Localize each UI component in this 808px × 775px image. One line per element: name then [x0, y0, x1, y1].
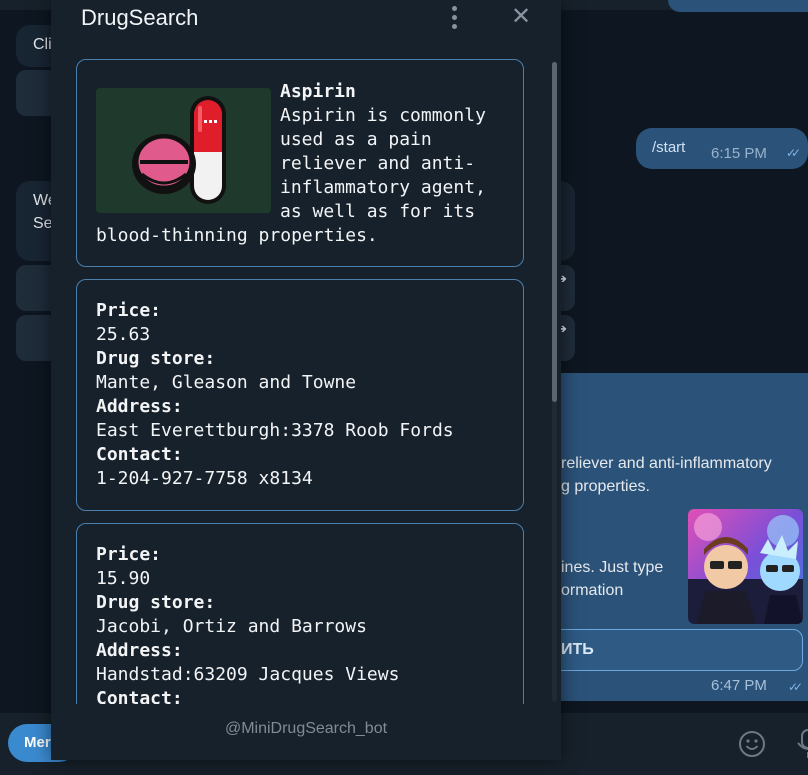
contact-label: Contact:: [96, 444, 183, 465]
address-value: East Everettburgh:3378 Roob Fords: [96, 420, 454, 441]
price-label: Price:: [96, 300, 162, 321]
bot-message-text: g properties.: [561, 478, 650, 495]
bot-message-image[interactable]: [688, 509, 803, 624]
drug-store-label: Drug store:: [96, 348, 216, 369]
pill-icon: [96, 88, 271, 213]
emoji-icon[interactable]: [738, 730, 766, 758]
drug-store-value: Mante, Gleason and Towne: [96, 372, 357, 393]
price-value: 15.90: [96, 568, 151, 589]
message-time: 6:15 PM: [711, 145, 767, 162]
price-label: Price:: [96, 544, 162, 565]
close-icon[interactable]: ✕: [511, 5, 531, 29]
bot-message-text: reliever and anti-inflammatory: [561, 455, 772, 472]
message-time: 6:47 PM: [711, 677, 767, 694]
bot-message-text: ormation: [561, 582, 624, 599]
bot-menu-button-label: Mer: [24, 734, 51, 751]
price-value: 25.63: [96, 324, 151, 345]
read-checks-icon: ✓✓: [788, 680, 803, 694]
outgoing-message-start: /start 6:15 PM ✓✓: [636, 128, 808, 169]
scrollbar-thumb[interactable]: [552, 62, 557, 402]
bot-inline-button[interactable]: ИТЬ: [520, 629, 803, 671]
contact-value: 1-204-927-7758 x8134: [96, 468, 313, 489]
incoming-message-text: Cli: [33, 36, 52, 53]
outgoing-message-text: /start: [652, 139, 686, 156]
address-label: Address:: [96, 396, 183, 417]
read-checks-icon: ✓✓: [786, 146, 801, 160]
previous-message-bubble: [668, 0, 808, 12]
drug-store-label: Drug store:: [96, 592, 216, 613]
pharmacy-offer-card: Price: 25.63 Drug store: Mante, Gleason …: [76, 279, 524, 511]
address-value: Handstad:63209 Jacques Views: [96, 664, 400, 685]
address-label: Address:: [96, 640, 183, 661]
bot-inline-button-label: ИТЬ: [561, 641, 594, 658]
mini-app-panel: DrugSearch ✕ Aspirin Aspirin is commonly…: [51, 0, 561, 760]
more-options-icon[interactable]: [450, 6, 460, 30]
panel-content: Aspirin Aspirin is commonly used as a pa…: [51, 48, 561, 704]
pharmacy-offer-card: Price: 15.90 Drug store: Jacobi, Ortiz a…: [76, 523, 524, 704]
incoming-message-text: Se: [33, 215, 53, 232]
drug-store-value: Jacobi, Ortiz and Barrows: [96, 616, 367, 637]
drug-info-card: Aspirin Aspirin is commonly used as a pa…: [76, 59, 524, 267]
panel-title: DrugSearch: [81, 5, 199, 30]
contact-label: Contact:: [96, 688, 183, 704]
microphone-icon[interactable]: [795, 728, 808, 760]
bot-username: @MiniDrugSearch_bot: [224, 720, 388, 737]
bot-message-text: ines. Just type: [561, 559, 664, 576]
